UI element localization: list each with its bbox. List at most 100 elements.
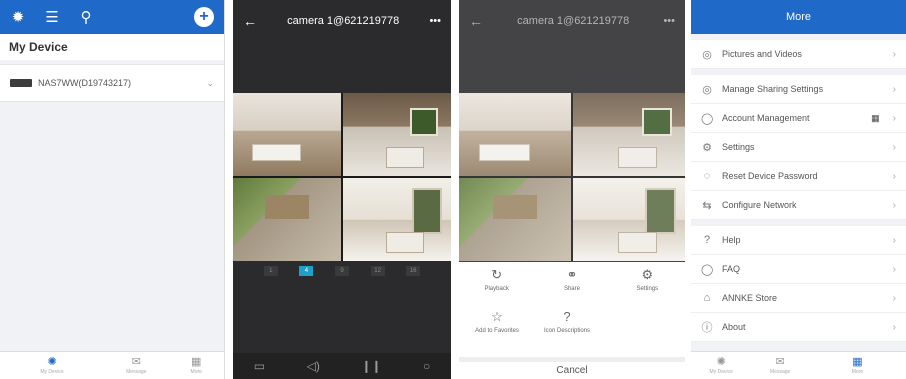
menu-item-manage-sharing[interactable]: ◎ Manage Sharing Settings › — [691, 75, 906, 104]
split-selector: 1 4 9 12 16 — [233, 266, 451, 276]
page-title: More — [691, 0, 906, 34]
nav-more[interactable]: ▦ More — [827, 356, 887, 375]
nav-label: More — [851, 369, 864, 375]
more-screen: More ◎ Pictures and Videos › ◎ Manage Shari… — [691, 0, 906, 379]
pause-icon[interactable]: ❙❙ — [361, 359, 381, 373]
bottom-nav: ✺ My Device ✉ Message ▦ More — [0, 351, 224, 379]
video-frame-detail — [386, 231, 424, 253]
store-icon: ⌂ — [703, 292, 711, 304]
action-row: ☆ Add to Favorites ? Icon Descriptions — [459, 310, 685, 354]
menu-item-label: Settings — [722, 142, 755, 152]
nav-my-device[interactable]: ✺ My Device — [22, 356, 82, 375]
playback-icon: ↻ — [491, 267, 503, 282]
about-icon: ⓘ — [701, 322, 713, 334]
action-label: Playback — [484, 286, 509, 292]
chevron-right-icon: › — [892, 48, 896, 60]
video-frame-detail — [617, 146, 657, 168]
nav-my-device[interactable]: ✺ My Device — [710, 356, 733, 375]
split-option[interactable]: 9 — [334, 266, 349, 276]
devices-icon: ✺ — [716, 356, 726, 368]
settings-button[interactable]: ⚙ Settings — [617, 268, 677, 310]
menu-item-label: ANNKE Store — [722, 293, 778, 303]
menu-item-label: Manage Sharing Settings — [722, 84, 824, 94]
chevron-right-icon: › — [892, 170, 896, 182]
more-options-icon[interactable]: ••• — [429, 15, 441, 27]
camera-tile[interactable] — [459, 178, 571, 261]
split-option[interactable]: 4 — [299, 266, 314, 276]
menu-item-configure-network[interactable]: ⇆ Configure Network › — [691, 191, 906, 220]
split-option[interactable]: 16 — [406, 266, 421, 276]
nav-more[interactable]: ▦ More — [191, 356, 202, 375]
favorites-button[interactable]: ☆ Add to Favorites — [467, 310, 527, 354]
back-arrow-icon[interactable]: ← — [243, 13, 257, 29]
video-frame-detail — [492, 194, 538, 220]
menu-item-pictures-and-videos[interactable]: ◎ Pictures and Videos › — [691, 40, 906, 69]
camera-tile[interactable] — [459, 93, 571, 176]
live-view-header: ← camera 1@621219778 ••• — [459, 0, 685, 42]
settings-icon: ⚙ — [702, 141, 712, 154]
menu-item-label: About — [722, 322, 746, 332]
nav-label: My Device — [40, 369, 64, 375]
menu-item-label: Reset Device Password — [722, 171, 818, 181]
camera-title: camera 1@621219778 — [287, 15, 400, 27]
share-button[interactable]: ⚭ Share — [542, 268, 602, 310]
video-frame-detail — [252, 144, 302, 162]
video-frame-detail — [386, 146, 424, 168]
message-icon: ✉ — [131, 356, 141, 368]
more-options-icon[interactable]: ••• — [663, 15, 675, 27]
menu-item-faq[interactable]: ◯ FAQ › — [691, 255, 906, 284]
playback-button[interactable]: ↻ Playback — [467, 268, 527, 310]
live-view-options-screen: ← camera 1@621219778 ••• ↻ Playback ⚭ Sh… — [459, 0, 685, 379]
zoom-icon[interactable]: ○ — [423, 359, 430, 373]
chevron-right-icon: › — [892, 263, 896, 275]
account-icon: ◯ — [701, 112, 714, 125]
my-device-screen: ✹ ☰ ⚲ + My Device NAS7WW(D19743217) ⌄ ✺ … — [0, 0, 225, 379]
device-row[interactable]: NAS7WW(D19743217) ⌄ — [0, 64, 224, 102]
nav-label: Message — [126, 369, 147, 375]
chevron-right-icon: › — [892, 321, 896, 333]
split-option[interactable]: 12 — [370, 266, 385, 276]
video-frame-detail — [479, 144, 530, 162]
nav-label: More — [190, 369, 202, 375]
menu-item-reset-password[interactable]: ◌ Reset Device Password › — [691, 162, 906, 191]
camera-tile[interactable] — [573, 178, 685, 261]
live-view-header: ← camera 1@621219778 ••• — [233, 0, 451, 42]
icon-descriptions-button[interactable]: ? Icon Descriptions — [537, 310, 597, 354]
bottom-nav: ✺ My Device ✉ Message ▦ More — [691, 351, 906, 379]
add-device-icon[interactable]: + — [194, 7, 214, 27]
chevron-down-icon[interactable]: ⌄ — [206, 78, 214, 89]
menu-item-label: Pictures and Videos — [722, 49, 802, 59]
split-option[interactable]: 1 — [263, 266, 278, 276]
pictures-icon: ◎ — [702, 48, 712, 61]
camera-tile[interactable] — [343, 93, 451, 176]
back-arrow-icon[interactable]: ← — [469, 13, 483, 29]
menu-item-about[interactable]: ⓘ About › — [691, 313, 906, 342]
layout-icon[interactable]: ▭ — [254, 359, 265, 373]
menu-item-help[interactable]: ? Help › — [691, 226, 906, 255]
cancel-button[interactable]: Cancel — [459, 357, 685, 379]
nav-message[interactable]: ✉ Message — [770, 356, 790, 375]
menu-item-settings[interactable]: ⚙ Settings › — [691, 133, 906, 162]
volume-icon[interactable]: ◁) — [307, 359, 320, 373]
chevron-right-icon: › — [892, 83, 896, 95]
page-title: My Device — [0, 34, 224, 60]
video-frame-detail — [642, 107, 672, 137]
faq-icon: ◯ — [701, 263, 714, 276]
search-icon[interactable]: ⚲ — [78, 10, 94, 25]
qr-code-icon: ▦ — [871, 112, 880, 123]
nav-message[interactable]: ✉ Message — [126, 356, 146, 375]
camera-tile[interactable] — [233, 178, 341, 261]
list-icon[interactable]: ☰ — [44, 10, 60, 25]
nav-label: Message — [770, 369, 791, 375]
camera-tile[interactable] — [573, 93, 685, 176]
camera-tile[interactable] — [233, 93, 341, 176]
menu-item-account-management[interactable]: ◯ Account Management ▦ › — [691, 104, 906, 133]
video-frame-detail — [265, 194, 309, 220]
settings-icon[interactable]: ✹ — [10, 10, 26, 25]
menu-item-annke-store[interactable]: ⌂ ANNKE Store › — [691, 284, 906, 313]
camera-tile[interactable] — [343, 178, 451, 261]
action-row: ↻ Playback ⚭ Share ⚙ Settings — [459, 262, 685, 310]
chevron-right-icon: › — [892, 199, 896, 211]
reset-icon: ◌ — [703, 170, 711, 182]
menu-item-label: Help — [722, 235, 741, 245]
